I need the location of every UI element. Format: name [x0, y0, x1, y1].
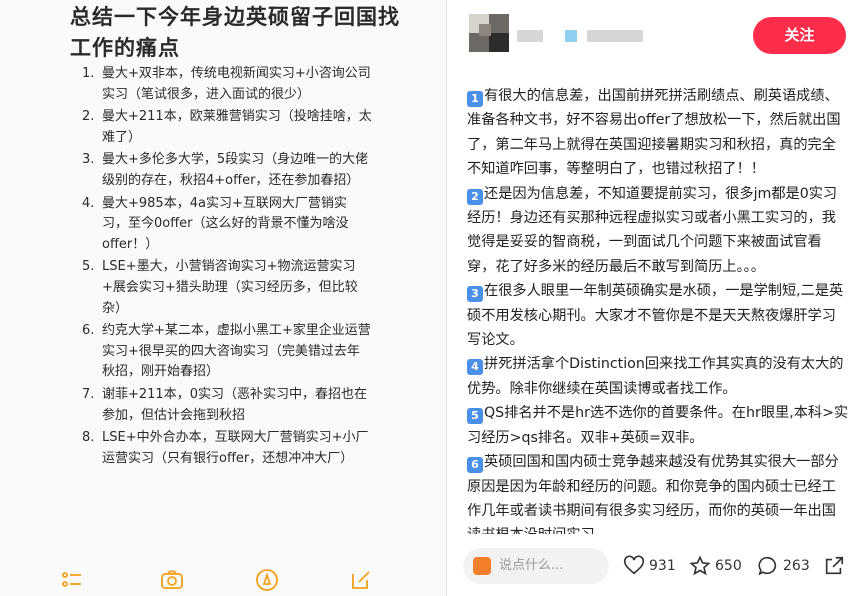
post-paragraph: 1 有很大的信息差，出国前拼死拼活刷绩点、刷英语成绩、准备各种文书，好不容易出of… [467, 88, 841, 178]
blurred-username [517, 30, 543, 42]
comment-input[interactable]: 说点什么... [463, 548, 609, 584]
list-item: 7. 谢菲+211本，0实习（恶补实习中，春招也在参加，但估计会拖到秋招 [82, 386, 367, 423]
list-item: 6. 约克大学+某二本，虚拟小黑工+家里企业运营实习+很早买的四大咨询实习（完美错… [82, 323, 371, 380]
number-badge: 6 [467, 457, 483, 474]
list-item: 4. 曼大+985本，4a实习+互联网大厂营销实习，至今0offer（这么好的背景… [82, 195, 349, 252]
comment-placeholder: 说点什么... [499, 558, 564, 573]
number-badge: 5 [467, 408, 483, 425]
favorite-count: 650 [715, 558, 742, 574]
comment-count: 263 [783, 558, 810, 574]
edit-icon [473, 557, 491, 575]
list-item: 1. 曼大+双非本，传统电视新闻实习+小咨询公司实习（笔试很多，进入面试的很少） [82, 66, 371, 102]
post-panel: 关注 1 有很大的信息差，出国前拼死拼活刷绩点、刷英语成绩、准备各种文书，好不容易… [447, 0, 865, 596]
like-button[interactable]: 931 [623, 553, 683, 579]
compose-icon[interactable] [349, 568, 373, 592]
avatar[interactable] [469, 14, 509, 52]
share-button[interactable] [823, 553, 849, 579]
post-paragraph: 3 在很多人眼里一年制英硕确实是水硕，一是学制短,二是英硕不用发核心期刊。大家才不… [467, 283, 844, 349]
post-action-bar: 说点什么... 931 650 263 [447, 534, 865, 596]
follow-button[interactable]: 关注 [753, 17, 846, 54]
list-item: 8. LSE+中外合办本，互联网大厂营销实习+小厂运营实习（只有银行offer，还… [82, 430, 369, 466]
number-badge: 4 [467, 359, 483, 376]
favorite-button[interactable]: 650 [689, 553, 749, 579]
list-item: 3. 曼大+多伦多大学，5段实习（身边唯一的大佬级别的存在，秋招4+offer，还… [82, 152, 369, 188]
checklist-icon[interactable] [60, 568, 84, 592]
post-paragraph: 4 拼死拼活拿个Distinction回来找工作其实真的没有太大的优势。除非你继续… [467, 356, 844, 397]
blurred-username [565, 30, 577, 42]
notes-list: 1. 曼大+双非本，传统电视新闻实习+小咨询公司实习（笔试很多，进入面试的很少） … [72, 64, 372, 471]
notes-panel: 总结一下今年身边英硕留子回国找工作的痛点 1. 曼大+双非本，传统电视新闻实习+小… [0, 0, 446, 596]
notes-toolbar [0, 560, 446, 596]
number-badge: 2 [467, 188, 483, 205]
markup-pen-icon[interactable] [255, 568, 279, 592]
post-paragraph: 2 还是因为信息差，不知道要提前实习，很多jm都是0实习经历！身边还有买那种远程虚… [467, 185, 838, 275]
share-icon [825, 556, 844, 575]
post-paragraph: 5 QS排名并不是hr选不选你的首要条件。在hr眼里,本科>实习经历>qs排名。双… [467, 405, 849, 446]
notes-title: 总结一下今年身边英硕留子回国找工作的痛点 [70, 5, 400, 60]
list-item: 2. 曼大+211本，欧莱雅营销实习（投啥挂啥，太难了） [82, 109, 372, 145]
list-item: 5. LSE+墨大，小营销咨询实习+物流运营实习+展会实习+猎头助理（实习经历多，… [82, 259, 358, 316]
blurred-username [587, 30, 643, 42]
camera-icon[interactable] [160, 568, 184, 592]
heart-icon [623, 555, 645, 575]
star-icon [689, 555, 711, 576]
post-body: 1 有很大的信息差，出国前拼死拼活刷绩点、刷英语成绩、准备各种文书，好不容易出of… [467, 84, 849, 548]
number-badge: 1 [467, 91, 483, 107]
comment-bubble-icon [758, 556, 777, 576]
like-count: 931 [649, 558, 676, 574]
comment-button[interactable]: 263 [757, 553, 817, 579]
number-badge: 3 [467, 286, 483, 303]
